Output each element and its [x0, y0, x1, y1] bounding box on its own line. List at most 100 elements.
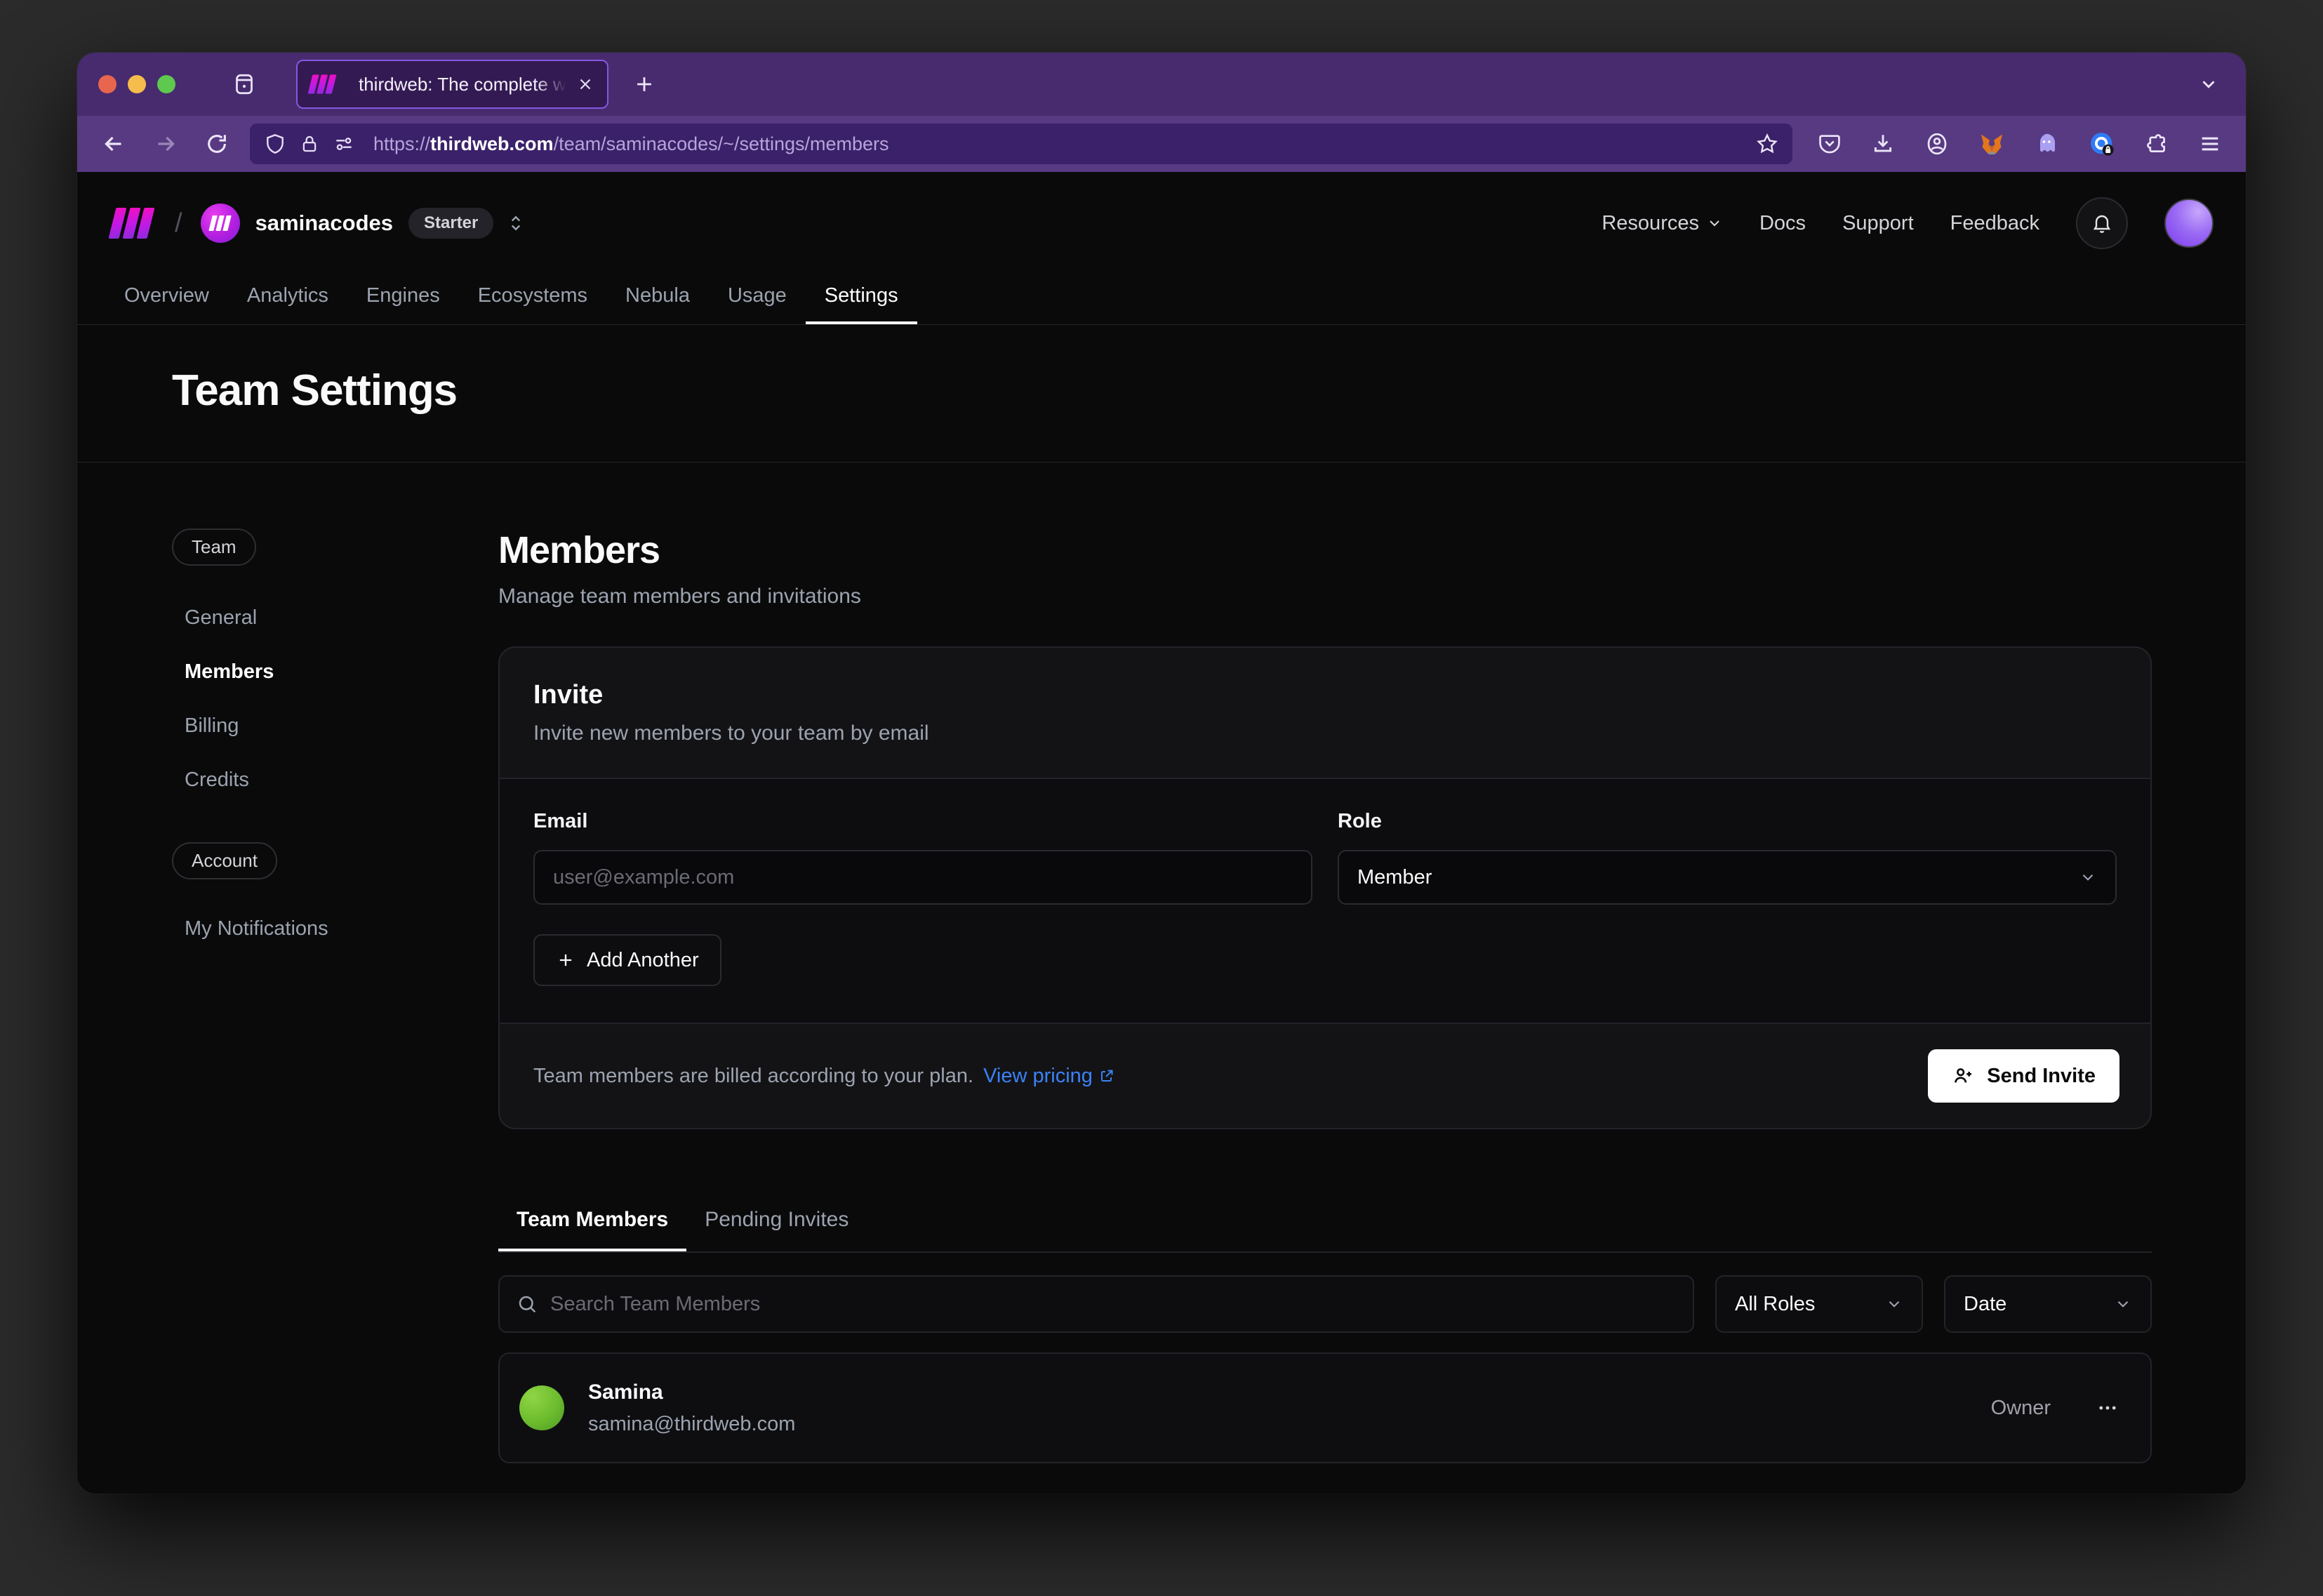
puzzle-piece-icon [2145, 132, 2169, 156]
members-filter-row: All Roles Date [498, 1275, 2152, 1333]
tab-overview[interactable]: Overview [105, 272, 228, 324]
billing-note-text: Team members are billed according to you… [533, 1065, 973, 1087]
thirdweb-mark-icon [208, 215, 231, 231]
close-window-button[interactable] [98, 75, 117, 93]
member-role: Owner [1991, 1397, 2051, 1420]
sidebar-item-credits[interactable]: Credits [185, 769, 498, 792]
role-label: Role [1338, 810, 2117, 833]
tab-close-button[interactable] [576, 75, 594, 93]
members-settings-main: Members Manage team members and invitati… [498, 528, 2152, 1463]
tab-title: thirdweb: The complete web3 d [359, 74, 566, 95]
close-icon [576, 75, 594, 93]
notifications-button[interactable] [2076, 197, 2128, 249]
settings-sidebar: Team General Members Billing Credits Acc… [172, 528, 498, 1463]
sort-filter-select[interactable]: Date [1944, 1275, 2152, 1333]
chevron-down-icon [1885, 1295, 1903, 1313]
member-actions-menu-button[interactable] [2096, 1396, 2119, 1420]
metamask-fox-icon [1979, 131, 2004, 157]
back-button[interactable] [101, 131, 126, 157]
user-avatar[interactable] [2164, 199, 2214, 248]
forward-button[interactable] [153, 131, 178, 157]
bookmark-star-icon[interactable] [1756, 133, 1778, 155]
pocket-button[interactable] [1818, 132, 1842, 156]
team-switcher[interactable]: saminacodes Starter [201, 204, 526, 243]
send-invite-button[interactable]: Send Invite [1928, 1049, 2119, 1103]
extensions-button[interactable] [2145, 132, 2169, 156]
search-icon [517, 1294, 538, 1315]
hamburger-menu-icon [2198, 132, 2222, 156]
toolbar-extensions [1818, 131, 2222, 157]
team-name: saminacodes [255, 211, 393, 236]
feedback-link[interactable]: Feedback [1950, 212, 2039, 235]
sidebar-group-team: Team [172, 528, 256, 566]
url-bar[interactable]: https://thirdweb.com/team/saminacodes/~/… [250, 124, 1792, 164]
resources-label: Resources [1602, 212, 1699, 235]
title-band: Team Settings [77, 325, 2246, 463]
sidebar-item-members[interactable]: Members [185, 660, 498, 684]
download-icon [1871, 132, 1895, 156]
dashboard-header: / saminacodes Starter Resources [77, 172, 2246, 325]
account-button[interactable] [1924, 131, 1950, 157]
member-email: samina@thirdweb.com [588, 1413, 795, 1436]
list-all-tabs-button[interactable] [2198, 74, 2219, 95]
breadcrumb-separator: / [175, 208, 182, 239]
onepassword-button[interactable] [2089, 131, 2115, 157]
phantom-ghost-icon [2034, 131, 2059, 157]
sidebar-item-general[interactable]: General [185, 606, 498, 630]
firefox-view-button[interactable] [232, 72, 257, 97]
thirdweb-favicon [308, 74, 337, 93]
sidebar-item-billing[interactable]: Billing [185, 714, 498, 738]
resources-menu[interactable]: Resources [1602, 212, 1723, 235]
metamask-button[interactable] [1979, 131, 2004, 157]
chevron-down-icon [2114, 1295, 2132, 1313]
site-permissions-icon[interactable] [333, 133, 355, 155]
sort-filter-value: Date [1964, 1293, 2006, 1316]
downloads-button[interactable] [1871, 132, 1895, 156]
docs-link[interactable]: Docs [1759, 212, 1806, 235]
tab-nebula[interactable]: Nebula [606, 272, 709, 324]
new-tab-button[interactable] [632, 72, 656, 96]
page-title: Team Settings [172, 366, 2246, 415]
browser-tab[interactable]: thirdweb: The complete web3 d [296, 60, 608, 109]
tab-pending-invites[interactable]: Pending Invites [686, 1197, 867, 1251]
tab-team-members[interactable]: Team Members [498, 1197, 686, 1251]
chevron-down-icon [1706, 215, 1723, 232]
url-text: https://thirdweb.com/team/saminacodes/~/… [373, 133, 1743, 155]
plan-badge: Starter [408, 208, 493, 239]
roles-filter-select[interactable]: All Roles [1715, 1275, 1923, 1333]
url-path: /team/saminacodes/~/settings/members [554, 133, 889, 154]
view-pricing-link[interactable]: View pricing [983, 1065, 1115, 1088]
maximize-window-button[interactable] [157, 75, 175, 93]
email-field[interactable] [533, 850, 1312, 905]
tab-ecosystems[interactable]: Ecosystems [459, 272, 606, 324]
browser-window: thirdweb: The complete web3 d [77, 53, 2246, 1494]
members-subtitle: Manage team members and invitations [498, 585, 2152, 609]
sidebar-item-my-notifications[interactable]: My Notifications [185, 917, 498, 940]
members-title: Members [498, 528, 2152, 572]
thirdweb-logo[interactable] [109, 208, 155, 239]
role-select[interactable]: Member [1338, 850, 2117, 905]
lock-icon[interactable] [299, 133, 320, 154]
arrow-right-icon [153, 131, 178, 157]
browser-toolbar: https://thirdweb.com/team/saminacodes/~/… [77, 116, 2246, 172]
menu-button[interactable] [2198, 132, 2222, 156]
sidebar-group-account: Account [172, 842, 277, 879]
tab-settings[interactable]: Settings [806, 272, 917, 324]
team-avatar [201, 204, 240, 243]
tab-engines[interactable]: Engines [347, 272, 459, 324]
invite-title: Invite [533, 680, 2117, 710]
support-link[interactable]: Support [1842, 212, 1914, 235]
search-input[interactable] [550, 1293, 1676, 1316]
phantom-button[interactable] [2034, 131, 2059, 157]
tab-analytics[interactable]: Analytics [228, 272, 347, 324]
tracking-shield-icon[interactable] [264, 133, 286, 155]
tab-usage[interactable]: Usage [709, 272, 806, 324]
bell-icon [2091, 212, 2113, 234]
account-icon [1924, 131, 1950, 157]
add-another-button[interactable]: Add Another [533, 934, 721, 986]
minimize-window-button[interactable] [128, 75, 146, 93]
plus-icon [632, 72, 656, 96]
chevron-down-icon [2079, 868, 2097, 886]
url-domain: thirdweb.com [430, 133, 554, 154]
reload-button[interactable] [205, 132, 229, 156]
